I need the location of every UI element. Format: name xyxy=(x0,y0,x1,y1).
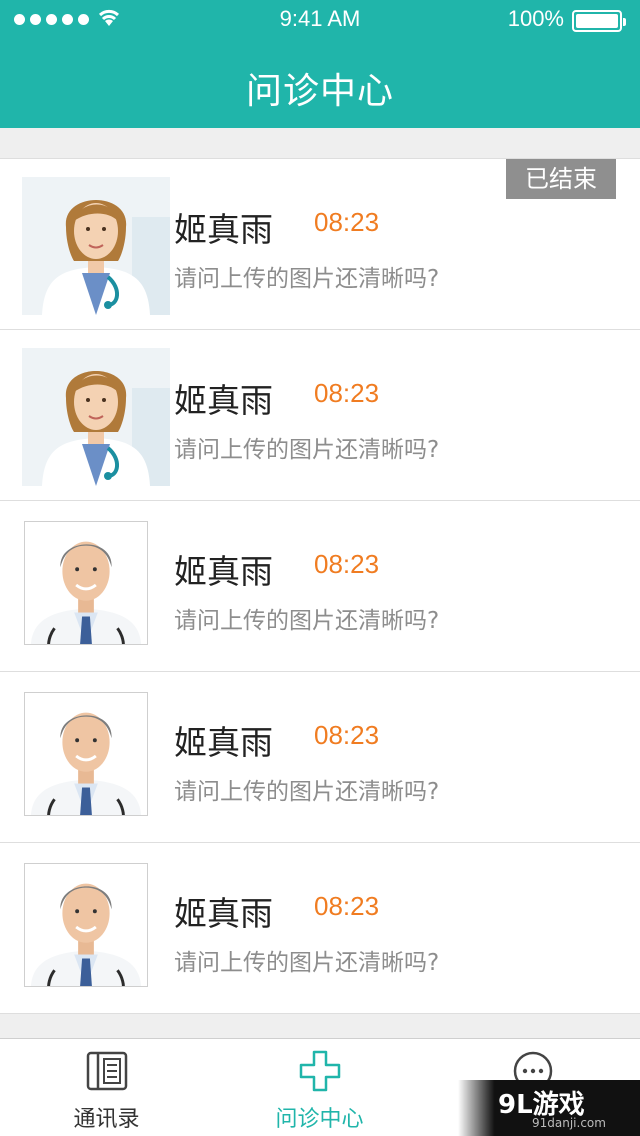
female-doctor-icon xyxy=(22,348,170,486)
page-title: 问诊中心 xyxy=(245,71,394,112)
avatar xyxy=(24,521,148,645)
message-preview: 请问上传的图片还清晰吗? xyxy=(174,779,440,805)
message-preview: 请问上传的图片还清晰吗? xyxy=(174,266,440,292)
tab-label: 通讯录 xyxy=(73,1107,140,1132)
status-badge: 已结束 xyxy=(506,159,616,199)
message-time: 08:23 xyxy=(314,207,380,237)
message-time: 08:23 xyxy=(314,891,380,921)
message-preview: 请问上传的图片还清晰吗? xyxy=(174,437,440,463)
doctor-name: 姬真雨 xyxy=(174,894,273,933)
watermark-url: 91danji.com xyxy=(532,1116,606,1130)
avatar xyxy=(24,863,148,987)
doctor-name: 姬真雨 xyxy=(174,210,273,249)
message-preview: 请问上传的图片还清晰吗? xyxy=(174,950,440,976)
top-bar: 9:41 AM 100% 问诊中心 xyxy=(0,0,640,128)
status-bar: 9:41 AM 100% xyxy=(0,0,640,40)
tab-label: 问诊中心 xyxy=(275,1107,364,1132)
doctor-name: 姬真雨 xyxy=(174,381,273,420)
doctor-name: 姬真雨 xyxy=(174,552,273,591)
battery-icon xyxy=(572,10,626,32)
plus-cross-icon xyxy=(299,1050,340,1092)
avatar xyxy=(22,177,170,315)
watermark: 9L游戏 91danji.com xyxy=(458,1080,640,1136)
list-item[interactable]: 姬真雨 08:23 请问上传的图片还清晰吗? xyxy=(0,672,640,843)
male-doctor-icon xyxy=(25,522,147,644)
message-time: 08:23 xyxy=(314,378,380,408)
avatar xyxy=(22,348,170,486)
consultation-list: 姬真雨 08:23 请问上传的图片还清晰吗? 已结束 姬真雨 08:23 请问上… xyxy=(0,158,640,1014)
male-doctor-icon xyxy=(25,864,147,986)
tab-consultation-center[interactable]: 问诊中心 xyxy=(213,1039,426,1136)
message-time: 08:23 xyxy=(314,549,380,579)
avatar xyxy=(24,692,148,816)
list-item[interactable]: 姬真雨 08:23 请问上传的图片还清晰吗? xyxy=(0,843,640,1013)
message-preview: 请问上传的图片还清晰吗? xyxy=(174,608,440,634)
tab-contacts[interactable]: 通讯录 xyxy=(0,1039,213,1136)
message-time: 08:23 xyxy=(314,720,380,750)
battery-percent: 100% xyxy=(507,6,564,31)
male-doctor-icon xyxy=(25,693,147,815)
female-doctor-icon xyxy=(22,177,170,315)
doctor-name: 姬真雨 xyxy=(174,723,273,762)
list-item[interactable]: 姬真雨 08:23 请问上传的图片还清晰吗? 已结束 xyxy=(0,159,640,330)
contacts-icon xyxy=(86,1051,127,1091)
list-item[interactable]: 姬真雨 08:23 请问上传的图片还清晰吗? xyxy=(0,501,640,672)
list-item[interactable]: 姬真雨 08:23 请问上传的图片还清晰吗? xyxy=(0,330,640,501)
